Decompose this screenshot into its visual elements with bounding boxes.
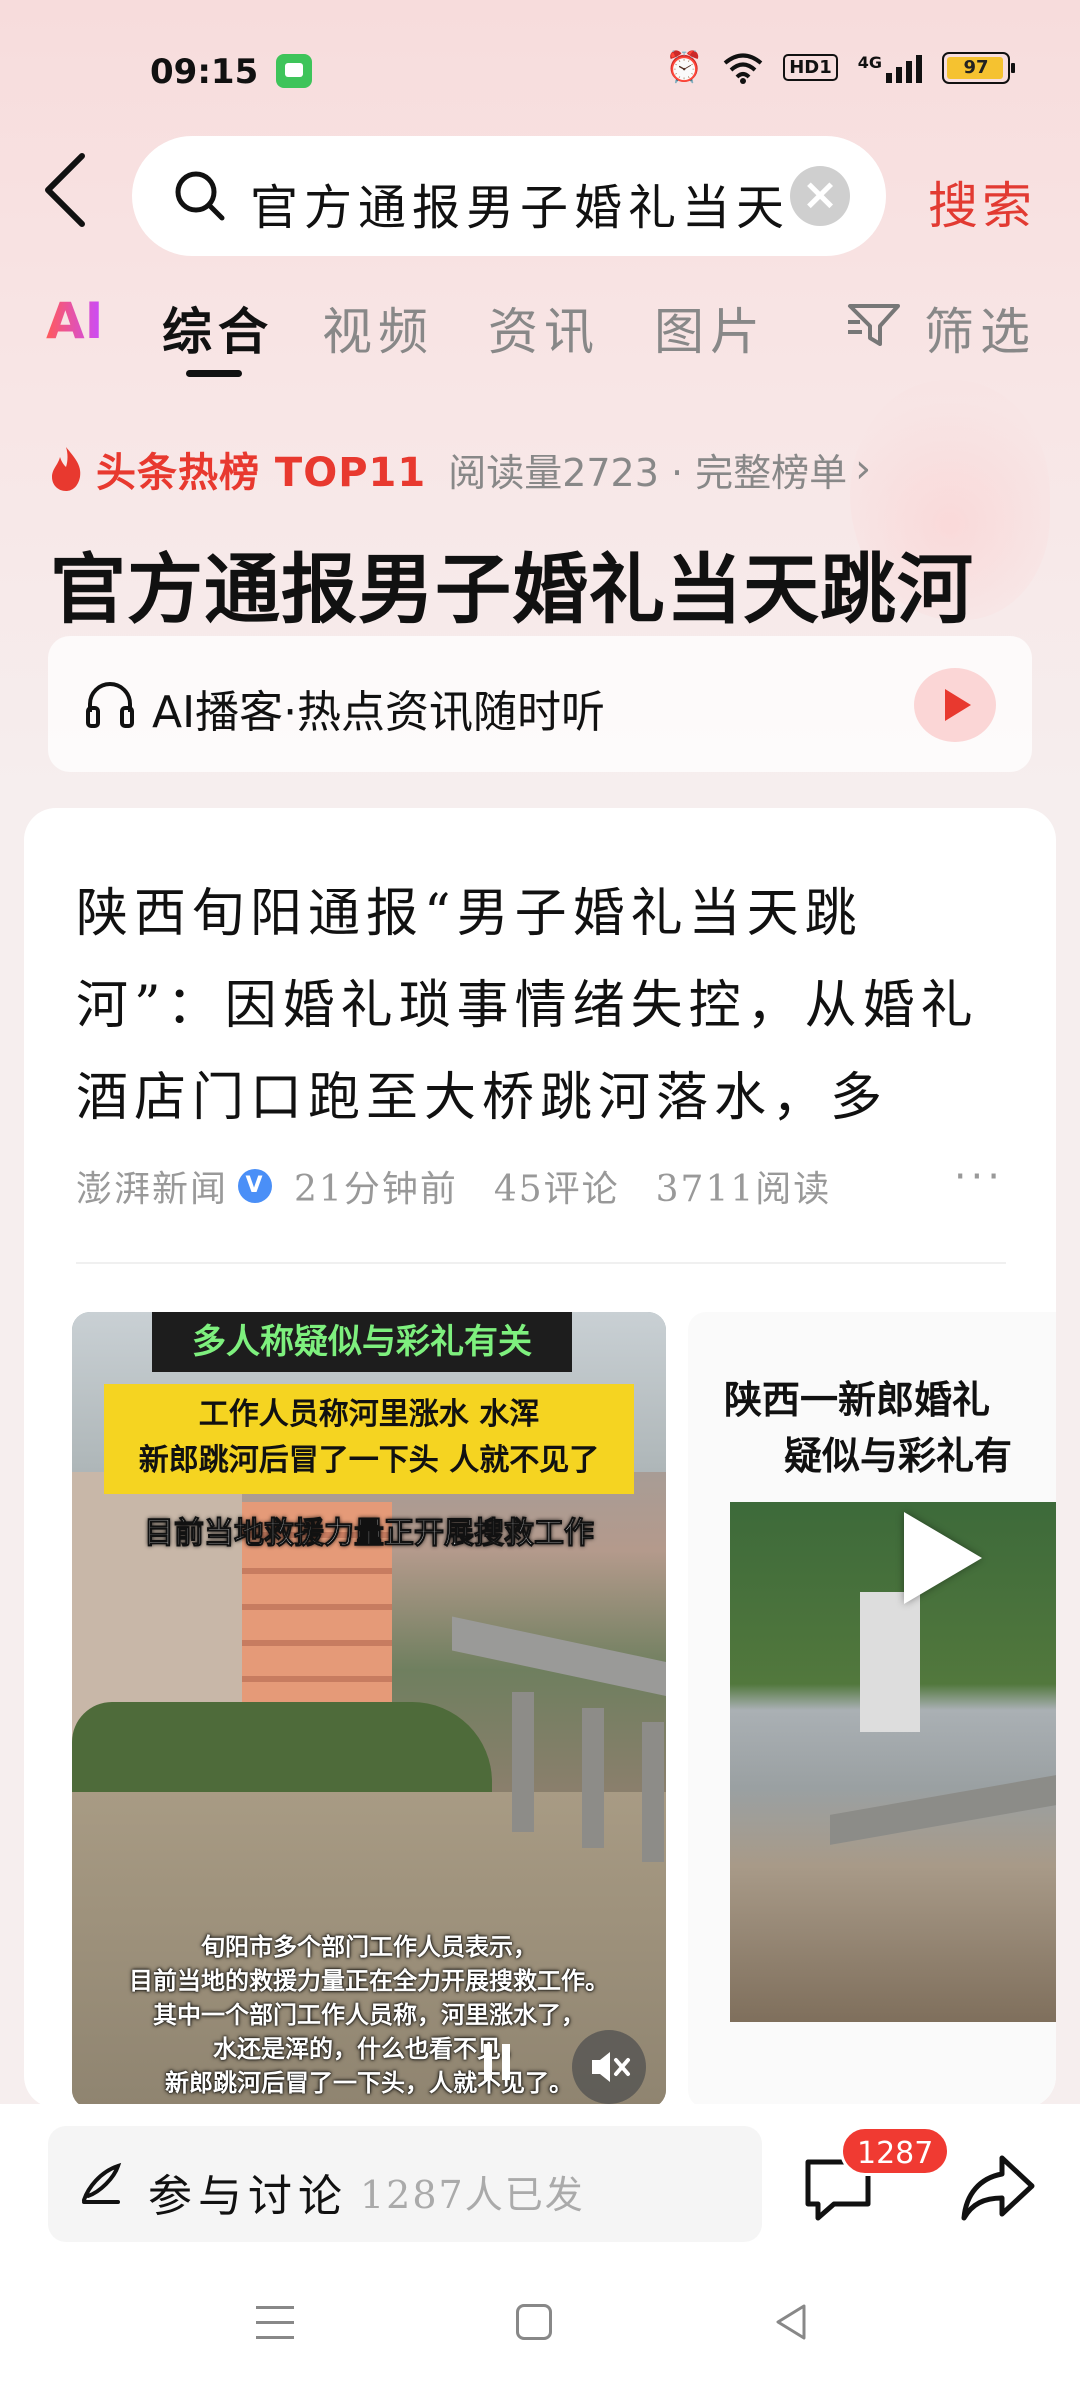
banner-yellow-line-1: 工作人员称河里涨水 水浑 xyxy=(198,1397,540,1432)
headphone-icon xyxy=(86,682,134,728)
hot-list-row[interactable]: 头条热榜 TOP11 阅读量2723 · 完整榜单 › xyxy=(46,440,871,498)
status-icons: ⏰ HD1 4G 97 xyxy=(665,50,1015,85)
wifi-icon xyxy=(723,53,763,84)
article-time: 21分钟前 xyxy=(294,1169,458,1210)
article-meta: 澎湃新闻 V 21分钟前 45评论 3711阅读 xyxy=(76,1160,831,1212)
video-2-bridge xyxy=(830,1769,1056,1845)
recent-apps-icon[interactable] xyxy=(256,2306,296,2342)
discuss-input[interactable]: 参与讨论 1287人已发 xyxy=(48,2126,762,2242)
active-tab-indicator xyxy=(186,370,242,377)
divider xyxy=(76,1262,1006,1264)
video-banner-yellow: 工作人员称河里涨水 水浑 新郎跳河后冒了一下头 人就不见了 xyxy=(104,1384,634,1494)
video-bridge xyxy=(452,1616,666,1702)
pause-icon[interactable] xyxy=(480,2042,514,2092)
alarm-icon: ⏰ xyxy=(665,50,704,85)
play-icon[interactable] xyxy=(878,1502,988,1612)
status-time: 09:15 xyxy=(150,52,259,92)
network-label: 4G xyxy=(857,52,882,72)
video-thumbnail-1[interactable]: 多人称疑似与彩礼有关 工作人员称河里涨水 水浑 新郎跳河后冒了一下头 人就不见了… xyxy=(72,1312,666,2108)
speaker-muted-glyph xyxy=(592,2052,630,2082)
subtitle-line: 目前当地的救援力量正在全力开展搜救工作。 xyxy=(129,1967,609,1995)
banner-yellow-line-2: 新郎跳河后冒了一下头 人就不见了 xyxy=(138,1443,600,1478)
article-card[interactable]: 陕西旬阳通报“男子婚礼当天跳河”：因婚礼琐事情绪失控，从婚礼酒店门口跑至大桥跳河… xyxy=(24,808,1056,2108)
subtitle-line: 旬阳市多个部门工作人员表示， xyxy=(201,1933,537,1961)
system-nav-bar xyxy=(0,2280,1080,2380)
status-bar: 09:15 ⏰ HD1 4G 97 xyxy=(0,40,1080,104)
article-reads: 3711阅读 xyxy=(655,1169,832,1210)
tab-news[interactable]: 资讯 xyxy=(488,292,600,364)
verified-icon: V xyxy=(238,1169,273,1203)
tab-bar: AI 综合 视频 资讯 图片 筛选 xyxy=(0,292,1080,382)
share-icon[interactable] xyxy=(958,2152,1038,2224)
bridge-pillar xyxy=(512,1692,534,1832)
battery-level: 97 xyxy=(963,57,989,78)
battery-icon: 97 xyxy=(942,51,1015,84)
video-banner-line: 目前当地救援力量正开展搜救工作 xyxy=(144,1516,595,1552)
back-button[interactable] xyxy=(40,150,110,240)
message-icon xyxy=(276,54,312,88)
play-icon[interactable] xyxy=(914,668,996,742)
tab-filter[interactable]: 筛选 xyxy=(924,292,1036,364)
back-triangle-icon[interactable] xyxy=(772,2302,812,2342)
home-icon[interactable] xyxy=(516,2304,552,2340)
fire-icon xyxy=(52,447,81,491)
video-banner-top: 多人称疑似与彩礼有关 xyxy=(152,1312,572,1372)
article-source[interactable]: 澎湃新闻 xyxy=(76,1160,228,1212)
signal-icon: 4G xyxy=(858,53,922,83)
search-input[interactable]: 官方通报男子婚礼当天 × xyxy=(132,136,886,256)
chevron-right-icon: › xyxy=(855,446,872,492)
ai-podcast-bar[interactable]: AI播客·热点资讯随时听 xyxy=(48,636,1032,772)
article-title[interactable]: 陕西旬阳通报“男子婚礼当天跳河”：因婚礼琐事情绪失控，从婚礼酒店门口跑至大桥跳河… xyxy=(76,868,996,1144)
video-2-caption: 陕西一新郎婚礼 疑似与彩礼有 xyxy=(724,1372,1056,1484)
pause-glyph xyxy=(484,2044,510,2080)
filter-icon[interactable] xyxy=(846,300,902,350)
discuss-count: 1287人已发 xyxy=(360,2173,585,2217)
discuss-label: 参与讨论 xyxy=(148,2171,348,2222)
pen-icon xyxy=(82,2162,122,2204)
search-icon xyxy=(175,171,225,221)
hot-read-count: 阅读量2723 · 完整榜单 xyxy=(448,450,848,495)
clear-icon[interactable]: × xyxy=(790,166,850,226)
more-options-icon[interactable]: ··· xyxy=(954,1154,1004,1200)
back-arrow-icon xyxy=(45,153,85,227)
search-query[interactable]: 官方通报男子婚礼当天 xyxy=(250,168,810,238)
video-thumbnail-2[interactable]: 陕西一新郎婚礼 疑似与彩礼有 xyxy=(688,1312,1056,2108)
comment-count-badge: 1287 xyxy=(840,2126,951,2176)
tab-ai[interactable]: AI xyxy=(46,292,103,350)
bridge-pillar xyxy=(642,1722,664,1862)
mute-icon[interactable] xyxy=(572,2030,646,2104)
caption-line: 疑似与彩礼有 xyxy=(784,1434,1013,1478)
video-2-building xyxy=(860,1592,920,1732)
article-comments: 45评论 xyxy=(493,1169,620,1210)
tab-all[interactable]: 综合 xyxy=(162,292,274,364)
podcast-label: AI播客·热点资讯随时听 xyxy=(152,687,606,738)
hd-icon: HD1 xyxy=(783,54,838,81)
tab-images[interactable]: 图片 xyxy=(654,292,766,364)
caption-line: 陕西一新郎婚礼 xyxy=(724,1378,991,1422)
bridge-pillar xyxy=(582,1708,604,1848)
topic-title: 官方通报男子婚礼当天跳河 xyxy=(50,545,974,634)
hot-rank-tag: 头条热榜 TOP11 xyxy=(96,450,427,496)
tab-video[interactable]: 视频 xyxy=(322,292,434,364)
subtitle-line: 其中一个部门工作人员称，河里涨水了， xyxy=(153,2001,585,2029)
search-button[interactable]: 搜索 xyxy=(928,166,1036,238)
